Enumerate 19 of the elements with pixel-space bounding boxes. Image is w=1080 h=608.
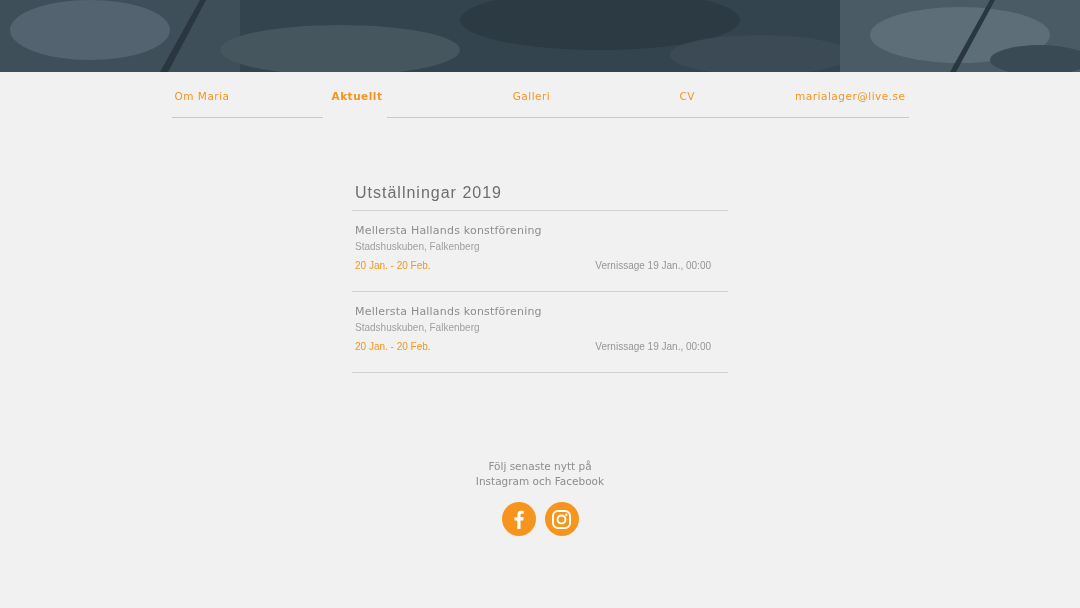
section-heading: Utställningar 2019 [352, 184, 728, 211]
facebook-icon [513, 509, 524, 529]
event-title: Mellersta Hallands konstförening [355, 305, 543, 318]
event-dates: 20 Jan. - 20 Feb. [355, 341, 431, 352]
instagram-link[interactable] [544, 502, 579, 536]
nav-link[interactable]: CV [676, 90, 757, 118]
event-place: Stadshuskuben, Falkenberg [355, 241, 481, 252]
event-opening: Vernissage 19 Jan., 00:00 [595, 341, 711, 352]
nav-link[interactable]: Galleri [386, 90, 677, 118]
follow-text: Följ senaste nytt på Instagram och Facebook [474, 459, 606, 489]
event-dates: 20 Jan. - 20 Feb. [355, 260, 431, 271]
event-place: Stadshuskuben, Falkenberg [355, 322, 481, 333]
event-opening: Vernissage 19 Jan., 00:00 [595, 260, 711, 271]
nav-link[interactable]: Aktuellt [322, 90, 387, 118]
event-title: Mellersta Hallands konstförening [355, 224, 543, 237]
nav-link[interactable]: Om Maria [171, 90, 323, 118]
facebook-link[interactable] [501, 502, 536, 536]
instagram-icon [552, 509, 571, 529]
nav-link[interactable]: marialager@live.se [756, 90, 909, 118]
